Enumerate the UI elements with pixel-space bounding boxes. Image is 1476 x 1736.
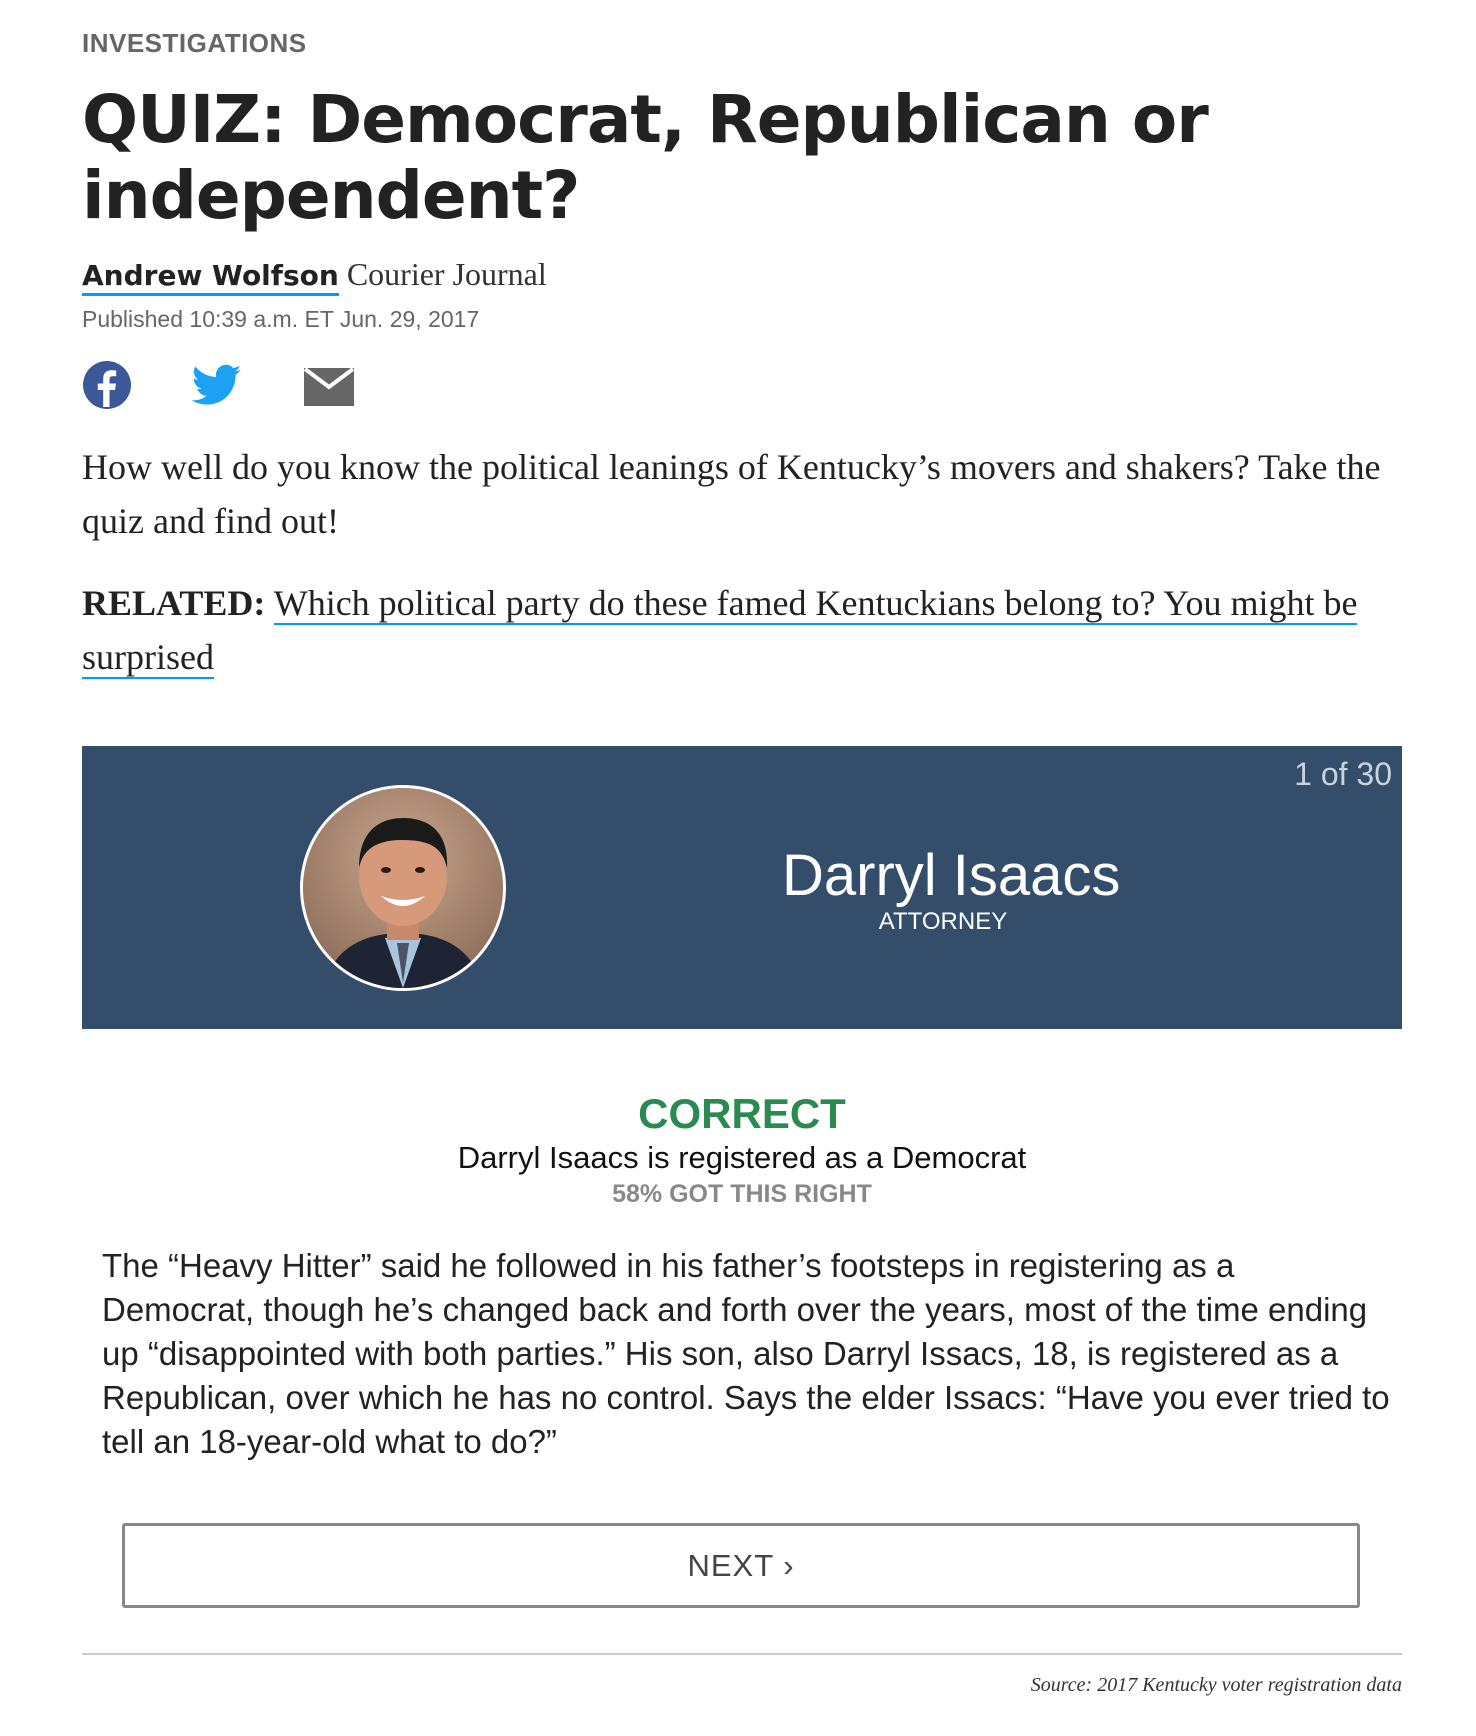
author-link[interactable]: Andrew Wolfson (82, 259, 339, 296)
related-link[interactable]: Which political party do these famed Ken… (82, 583, 1358, 679)
intro-text: How well do you know the political leani… (82, 447, 1381, 541)
result-status: CORRECT (638, 1090, 846, 1137)
quiz-card: 1 of 30 Darryl Isaacs ATTORNEY (82, 746, 1402, 1029)
headline: QUIZ: Democrat, Republican or independen… (82, 81, 1209, 234)
person-photo (300, 785, 506, 991)
person-title: ATTORNEY (878, 908, 1008, 935)
person-name: Darryl Isaacs (782, 843, 1121, 908)
result-text: Darryl Isaacs is registered as a Democra… (457, 1140, 1027, 1175)
section-label[interactable]: INVESTIGATIONS (82, 28, 307, 59)
facebook-icon[interactable] (82, 360, 132, 415)
email-icon[interactable] (303, 367, 355, 411)
published-date: Published 10:39 a.m. ET Jun. 29, 2017 (82, 306, 480, 332)
question-counter: 1 of 30 (1294, 756, 1392, 792)
outlet-name: Courier Journal (346, 256, 547, 292)
related-line: RELATED: Which political party do these … (82, 576, 1382, 684)
next-button[interactable]: NEXT › (122, 1523, 1360, 1608)
source-note: Source: 2017 Kentucky voter registration… (1030, 1674, 1402, 1696)
related-label: RELATED: (82, 583, 266, 623)
byline: Andrew Wolfson Courier Journal (82, 256, 547, 296)
twitter-icon[interactable] (191, 360, 242, 415)
result-explanation: The “Heavy Hitter” said he followed in h… (102, 1247, 1390, 1460)
result-stat: 58% GOT THIS RIGHT (612, 1180, 872, 1208)
divider (82, 1653, 1402, 1655)
